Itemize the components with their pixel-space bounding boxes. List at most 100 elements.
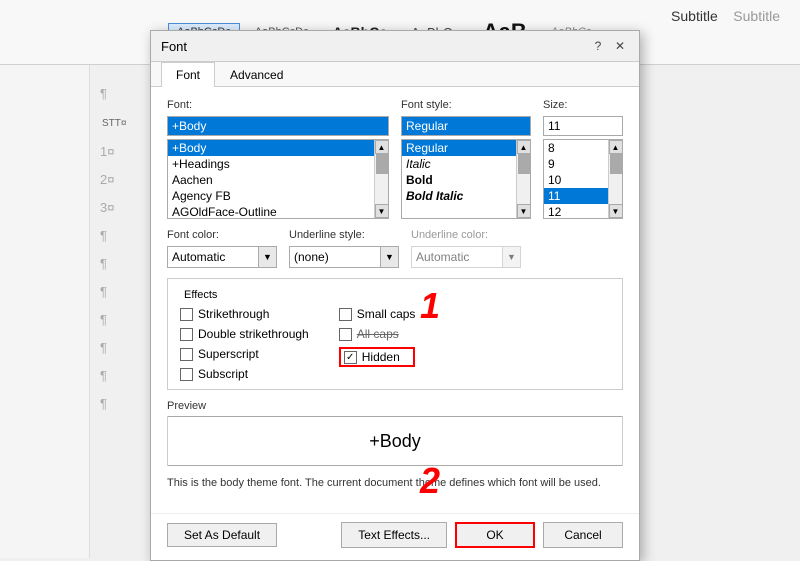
underline-style-select[interactable]: (none) ▼ xyxy=(289,246,399,268)
effects-col-left: Strikethrough Double strikethrough Super… xyxy=(180,307,309,381)
font-item-agoldface[interactable]: AGOldFace-Outline xyxy=(168,204,374,218)
scroll-down-btn[interactable]: ▼ xyxy=(375,204,389,218)
effects-title: Effects xyxy=(180,289,221,301)
preview-box: +Body xyxy=(167,416,623,466)
font-color-select[interactable]: Automatic ▼ xyxy=(167,246,277,268)
font-item-agencyfb[interactable]: Agency FB xyxy=(168,188,374,204)
font-item-aachen[interactable]: Aachen xyxy=(168,172,374,188)
small-caps-row[interactable]: Small caps xyxy=(339,307,416,321)
style-item-regular[interactable]: Regular xyxy=(402,140,516,156)
annotation-number-2: 2 xyxy=(420,460,440,502)
all-caps-label: All caps xyxy=(357,327,399,341)
subscript-label: Subscript xyxy=(198,367,248,381)
font-style-group: Font style: Regular Italic Bold Bold Ita… xyxy=(401,99,531,219)
size-item-8[interactable]: 8 xyxy=(544,140,608,156)
font-item-headings[interactable]: +Headings xyxy=(168,156,374,172)
underline-color-select: Automatic ▼ xyxy=(411,246,521,268)
dialog-controls: ? ✕ xyxy=(589,37,629,55)
underline-color-group: Underline color: Automatic ▼ xyxy=(411,229,521,268)
effects-grid: Strikethrough Double strikethrough Super… xyxy=(180,307,610,381)
superscript-row[interactable]: Superscript xyxy=(180,347,309,361)
size-item-9[interactable]: 9 xyxy=(544,156,608,172)
annotation-number-1: 1 xyxy=(420,285,440,327)
font-name-group: Font: +Body +Headings Aachen Agency FB A… xyxy=(167,99,389,219)
font-item-body[interactable]: +Body xyxy=(168,140,374,156)
scroll-up-btn[interactable]: ▲ xyxy=(375,140,389,154)
font-size-input[interactable] xyxy=(543,116,623,136)
font-color-arrow[interactable]: ▼ xyxy=(258,247,276,267)
hidden-checkbox[interactable] xyxy=(344,351,357,364)
font-size-group: Size: 8 9 10 11 12 ▲ ▼ xyxy=(543,99,623,219)
preview-text: +Body xyxy=(369,431,421,452)
btn-right-group: Text Effects... OK Cancel xyxy=(341,522,623,548)
dialog-tabs: Font Advanced xyxy=(151,62,639,87)
small-caps-checkbox[interactable] xyxy=(339,308,352,321)
style-scroll-down[interactable]: ▼ xyxy=(517,204,531,218)
tab-advanced[interactable]: Advanced xyxy=(215,62,298,87)
font-size-scrollbar[interactable]: ▲ ▼ xyxy=(608,140,622,218)
underline-style-group: Underline style: (none) ▼ xyxy=(289,229,399,268)
superscript-label: Superscript xyxy=(198,347,259,361)
size-item-12[interactable]: 12 xyxy=(544,204,608,218)
style-item-bold[interactable]: Bold xyxy=(402,172,516,188)
font-size-listbox: 8 9 10 11 12 ▲ ▼ xyxy=(543,139,623,219)
hidden-label: Hidden xyxy=(362,350,400,364)
scroll-track xyxy=(375,154,388,204)
underline-style-value: (none) xyxy=(290,250,380,264)
cancel-button[interactable]: Cancel xyxy=(543,522,623,548)
tab-font[interactable]: Font xyxy=(161,62,215,87)
dialog-titlebar: Font ? ✕ xyxy=(151,31,639,62)
strikethrough-row[interactable]: Strikethrough xyxy=(180,307,309,321)
font-name-scrollbar[interactable]: ▲ ▼ xyxy=(374,140,388,218)
underline-color-label: Underline color: xyxy=(411,229,521,241)
ribbon-subtitle: Subtitle Subtitle xyxy=(671,8,780,24)
ok-button[interactable]: OK xyxy=(455,522,535,548)
style-scroll-up[interactable]: ▲ xyxy=(517,140,531,154)
preview-lines: +Body xyxy=(168,416,622,466)
size-scroll-up[interactable]: ▲ xyxy=(609,140,623,154)
style-item-italic[interactable]: Italic xyxy=(402,156,516,172)
font-style-input[interactable] xyxy=(401,116,531,136)
font-style-listbox: Regular Italic Bold Bold Italic ▲ ▼ xyxy=(401,139,531,219)
stt-line: STT¤ xyxy=(102,118,126,129)
font-style-scrollbar[interactable]: ▲ ▼ xyxy=(516,140,530,218)
size-item-11[interactable]: 11 xyxy=(544,188,608,204)
hidden-row-highlighted: Hidden xyxy=(339,347,416,367)
dialog-title: Font xyxy=(161,39,187,54)
font-style-label: Font style: xyxy=(401,99,531,111)
size-scroll-down[interactable]: ▼ xyxy=(609,204,623,218)
underline-color-arrow: ▼ xyxy=(502,247,520,267)
font-color-value: Automatic xyxy=(168,250,258,264)
preview-section: Preview +Body xyxy=(167,400,623,466)
underline-style-arrow[interactable]: ▼ xyxy=(380,247,398,267)
superscript-checkbox[interactable] xyxy=(180,348,193,361)
size-item-10[interactable]: 10 xyxy=(544,172,608,188)
small-caps-label: Small caps xyxy=(357,307,416,321)
subscript-checkbox[interactable] xyxy=(180,368,193,381)
dialog-close-button[interactable]: ✕ xyxy=(611,37,629,55)
font-color-group: Font color: Automatic ▼ xyxy=(167,229,277,268)
font-fields-row: Font: +Body +Headings Aachen Agency FB A… xyxy=(167,99,623,219)
all-caps-checkbox[interactable] xyxy=(339,328,352,341)
dialog-help-button[interactable]: ? xyxy=(589,37,607,55)
font-name-listbox: +Body +Headings Aachen Agency FB AGOldFa… xyxy=(167,139,389,219)
preview-label: Preview xyxy=(167,400,623,412)
font-dialog: Font ? ✕ Font Advanced Font: +Body +Hea xyxy=(150,30,640,561)
set-default-button[interactable]: Set As Default xyxy=(167,523,277,547)
strikethrough-checkbox[interactable] xyxy=(180,308,193,321)
strikethrough-label: Strikethrough xyxy=(198,307,269,321)
dialog-footer: Set As Default Text Effects... OK Cancel xyxy=(151,513,639,560)
double-strikethrough-row[interactable]: Double strikethrough xyxy=(180,327,309,341)
double-strikethrough-checkbox[interactable] xyxy=(180,328,193,341)
font-name-label: Font: xyxy=(167,99,389,111)
subscript-row[interactable]: Subscript xyxy=(180,367,309,381)
all-caps-row[interactable]: All caps xyxy=(339,327,416,341)
dialog-body: Font: +Body +Headings Aachen Agency FB A… xyxy=(151,87,639,513)
color-row: Font color: Automatic ▼ Underline style:… xyxy=(167,229,623,268)
underline-color-value: Automatic xyxy=(412,250,502,264)
font-name-input[interactable] xyxy=(167,116,389,136)
para-marks: ¶ STT¤ 1¤2¤3¤¶¶¶¶¶¶¶ xyxy=(100,80,126,418)
text-effects-button[interactable]: Text Effects... xyxy=(341,522,447,548)
style-item-bolditalic[interactable]: Bold Italic xyxy=(402,188,516,204)
font-size-label: Size: xyxy=(543,99,623,111)
